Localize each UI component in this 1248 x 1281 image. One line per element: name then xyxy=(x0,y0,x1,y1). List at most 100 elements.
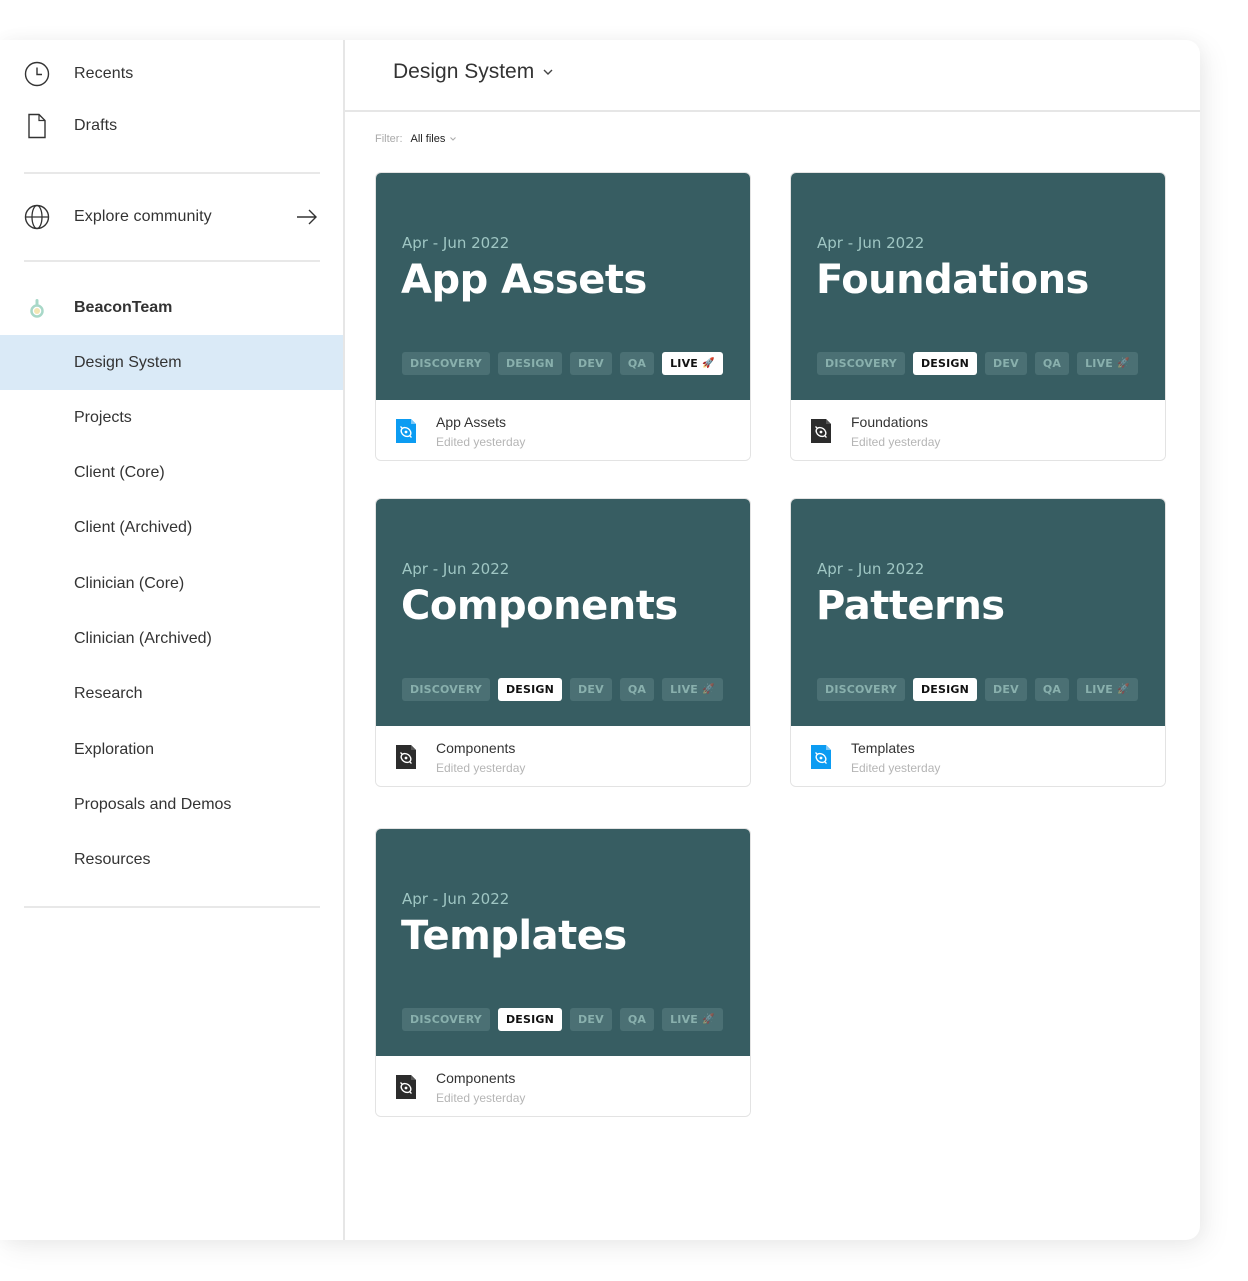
rocket-icon: 🚀 xyxy=(702,358,715,369)
file-name: App Assets xyxy=(436,414,507,430)
figma-file-icon xyxy=(395,418,417,444)
team-logo-icon xyxy=(26,296,48,320)
status-tag-label: DEV xyxy=(578,357,604,370)
main-content: Design System Filter: All files Apr - Ju… xyxy=(345,40,1200,1240)
sidebar-project-item[interactable]: Clinician (Archived) xyxy=(0,612,343,667)
card-thumbnail: Apr - Jun 2022 Patterns DISCOVERY DESIGN D… xyxy=(791,499,1165,726)
file-icon xyxy=(24,113,50,139)
file-name: Templates xyxy=(851,740,915,756)
status-tag-discovery: DISCOVERY xyxy=(402,1008,490,1031)
status-tags: DISCOVERY DESIGN DEV QA LIVE 🚀 xyxy=(402,678,723,701)
team-name: BeaconTeam xyxy=(74,299,173,316)
sidebar-project-label: Client (Archived) xyxy=(74,519,193,537)
status-tag-design: DESIGN xyxy=(497,1008,563,1031)
status-tag-label: DISCOVERY xyxy=(825,683,897,696)
status-tag-label: DESIGN xyxy=(920,683,970,696)
card-title: Patterns xyxy=(816,583,1005,629)
sidebar-divider xyxy=(24,906,320,908)
sidebar-project-item[interactable]: Client (Core) xyxy=(0,446,343,501)
card-thumbnail: Apr - Jun 2022 Foundations DISCOVERY DESI… xyxy=(791,173,1165,400)
file-card[interactable]: Apr - Jun 2022 Patterns DISCOVERY DESIGN D… xyxy=(790,498,1166,787)
card-date: Apr - Jun 2022 xyxy=(402,234,510,252)
sidebar-project-item[interactable]: Design System xyxy=(0,335,343,390)
card-footer: App Assets Edited yesterday xyxy=(376,400,750,460)
status-tag-dev: DEV xyxy=(985,678,1027,701)
sidebar-item-label: Drafts xyxy=(74,117,118,134)
status-tag-label: QA xyxy=(627,1013,647,1026)
figma-file-icon xyxy=(395,1074,417,1100)
status-tag-dev: DEV xyxy=(570,1008,612,1031)
status-tag-dev: DEV xyxy=(570,678,612,701)
card-footer: Templates Edited yesterday xyxy=(791,726,1165,786)
sidebar-project-label: Projects xyxy=(74,408,132,426)
status-tag-qa: QA xyxy=(619,1008,655,1031)
sidebar-project-label: Client (Core) xyxy=(74,464,165,482)
status-tag-qa: QA xyxy=(619,352,655,375)
status-tag-label: DISCOVERY xyxy=(410,1013,482,1026)
file-card[interactable]: Apr - Jun 2022 Foundations DISCOVERY DESI… xyxy=(790,172,1166,461)
status-tag-design: DESIGN xyxy=(912,352,978,375)
sidebar-project-label: Resources xyxy=(74,851,151,869)
status-tag-label: DEV xyxy=(578,683,604,696)
card-title: Components xyxy=(401,583,678,629)
card-thumbnail: Apr - Jun 2022 Templates DISCOVERY DESIGN… xyxy=(376,829,750,1056)
status-tag-design: DESIGN xyxy=(497,352,563,375)
rocket-icon: 🚀 xyxy=(702,684,715,695)
chevron-down-icon xyxy=(543,69,553,75)
sidebar: Recents Drafts Explore community BeaconT… xyxy=(0,40,345,1240)
sidebar-item-drafts[interactable]: Drafts xyxy=(0,100,343,152)
status-tag-live: LIVE 🚀 xyxy=(662,678,723,701)
file-card[interactable]: Apr - Jun 2022 App Assets DISCOVERY DESIG… xyxy=(375,172,751,461)
figma-file-icon xyxy=(395,744,417,770)
status-tag-label: DESIGN xyxy=(505,357,555,370)
status-tag-discovery: DISCOVERY xyxy=(817,352,905,375)
filter-value: All files xyxy=(410,133,446,145)
sidebar-project-label: Exploration xyxy=(74,740,155,758)
filter-dropdown[interactable]: All files xyxy=(411,133,458,145)
sidebar-item-recents[interactable]: Recents xyxy=(0,48,343,100)
sidebar-project-item[interactable]: Exploration xyxy=(0,722,343,777)
status-tag-qa: QA xyxy=(1034,678,1070,701)
file-edited-time: Edited yesterday xyxy=(436,761,526,775)
sidebar-project-label: Design System xyxy=(74,353,182,371)
sidebar-project-label: Clinician (Archived) xyxy=(74,630,212,647)
sidebar-project-item[interactable]: Client (Archived) xyxy=(0,501,343,556)
status-tag-label: LIVE xyxy=(1085,357,1114,370)
status-tag-label: DEV xyxy=(993,683,1019,696)
status-tag-label: QA xyxy=(1042,357,1062,370)
page-title: Design System xyxy=(393,60,535,83)
sidebar-item-explore-community[interactable]: Explore community xyxy=(0,191,343,243)
file-name: Components xyxy=(436,1070,516,1086)
status-tags: DISCOVERY DESIGN DEV QA LIVE 🚀 xyxy=(817,678,1138,701)
status-tags: DISCOVERY DESIGN DEV QA LIVE 🚀 xyxy=(402,1008,723,1031)
file-name: Foundations xyxy=(851,414,929,430)
team-header[interactable]: BeaconTeam xyxy=(0,282,343,334)
figma-file-icon xyxy=(810,744,832,770)
rocket-icon: 🚀 xyxy=(702,1014,715,1025)
sidebar-project-item[interactable]: Resources xyxy=(0,833,343,888)
status-tag-label: LIVE xyxy=(1085,683,1114,696)
status-tag-live: LIVE 🚀 xyxy=(662,352,723,375)
status-tag-design: DESIGN xyxy=(497,678,563,701)
filter-label: Filter: xyxy=(375,133,403,145)
globe-icon xyxy=(24,204,50,230)
status-tag-label: QA xyxy=(627,357,647,370)
card-footer: Foundations Edited yesterday xyxy=(791,400,1165,460)
sidebar-project-item[interactable]: Proposals and Demos xyxy=(0,777,343,832)
status-tag-discovery: DISCOVERY xyxy=(402,678,490,701)
status-tag-label: DEV xyxy=(993,357,1019,370)
sidebar-item-label: Recents xyxy=(74,65,134,82)
card-title: Foundations xyxy=(816,257,1089,303)
card-footer: Components Edited yesterday xyxy=(376,1056,750,1116)
status-tag-live: LIVE 🚀 xyxy=(1077,352,1138,375)
status-tag-label: LIVE xyxy=(670,683,699,696)
sidebar-project-item[interactable]: Research xyxy=(0,667,343,722)
status-tag-label: DISCOVERY xyxy=(410,357,482,370)
file-card[interactable]: Apr - Jun 2022 Templates DISCOVERY DESIGN… xyxy=(375,828,751,1117)
project-title-dropdown[interactable]: Design System xyxy=(393,60,554,84)
sidebar-project-item[interactable]: Clinician (Core) xyxy=(0,556,343,611)
sidebar-project-item[interactable]: Projects xyxy=(0,390,343,445)
file-edited-time: Edited yesterday xyxy=(436,435,526,449)
status-tag-label: LIVE xyxy=(670,1013,699,1026)
file-card[interactable]: Apr - Jun 2022 Components DISCOVERY DESIG… xyxy=(375,498,751,787)
